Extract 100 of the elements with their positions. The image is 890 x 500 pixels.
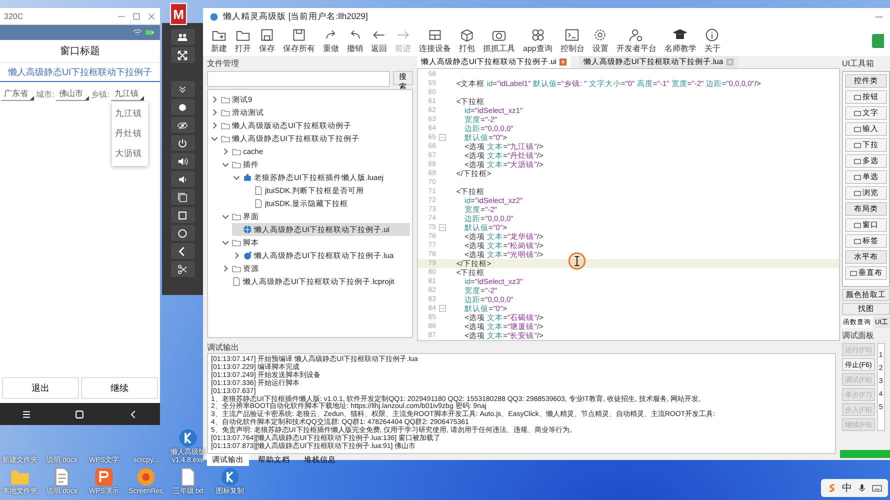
- field-label: 城市:: [36, 88, 54, 100]
- app-icon: [209, 12, 219, 22]
- microphone-icon[interactable]: [857, 483, 867, 493]
- widget-icon: [854, 126, 860, 132]
- dropdown-option[interactable]: 大沥镇: [112, 144, 148, 164]
- toolbar-button[interactable]: app查询: [521, 27, 554, 55]
- toolbar-button[interactable]: [170, 171, 194, 187]
- logo-icon[interactable]: [827, 483, 837, 493]
- volume-down-icon: [177, 174, 188, 184]
- toolbar-button[interactable]: 新建: [209, 27, 229, 55]
- app-icon: [136, 467, 156, 487]
- toolbar-button[interactable]: [170, 189, 194, 205]
- panel-title: 调试输出: [207, 342, 240, 353]
- folder-plus-icon: [212, 28, 226, 42]
- toolbar-button[interactable]: [170, 81, 194, 97]
- menu-icon[interactable]: [21, 408, 32, 420]
- circle-icon: [177, 228, 188, 238]
- search-field[interactable]: [207, 71, 390, 87]
- dropdown-option[interactable]: 丹灶镇: [112, 124, 148, 144]
- power-icon: [177, 138, 188, 148]
- toolbar-button[interactable]: [170, 117, 194, 133]
- toolbar-button[interactable]: 关于: [702, 27, 722, 55]
- window-title: 懒人精灵高级版 [当前用户名:llh2029]: [223, 11, 368, 23]
- toolbar-button[interactable]: 保存: [257, 27, 277, 55]
- toolbar-button[interactable]: [170, 99, 194, 115]
- users-icon: [177, 32, 188, 42]
- widget-icon: [854, 222, 860, 228]
- app-icon: [220, 467, 240, 487]
- toolbar-button[interactable]: 开发者平台: [614, 27, 658, 55]
- battery-icon: [145, 28, 154, 37]
- folder-icon: [232, 264, 241, 273]
- moon-icon: [243, 251, 252, 260]
- keyboard-icon[interactable]: [872, 483, 882, 493]
- folder-icon: [236, 28, 250, 42]
- dropdown-field[interactable]: 广东省: [1, 87, 34, 101]
- folder-icon: [232, 238, 241, 247]
- box-icon: [460, 28, 474, 42]
- graduation-cap-icon: [673, 28, 688, 42]
- circles-icon: [530, 28, 545, 42]
- square-icon: [177, 210, 188, 220]
- cursor-icon: [568, 252, 586, 270]
- dropdown-option[interactable]: 九江镇: [112, 104, 148, 124]
- window-title: 320C: [4, 12, 24, 20]
- widget-icon: [854, 238, 860, 244]
- toolbar-button[interactable]: 设置: [590, 27, 610, 55]
- document-icon: [178, 467, 198, 487]
- toolbar-button[interactable]: 连接设备: [417, 27, 453, 55]
- widget-icon: [854, 158, 860, 164]
- wifi-icon: [133, 28, 142, 37]
- record-icon: [177, 102, 188, 112]
- toolbar-button[interactable]: 抓抓工具: [481, 27, 517, 55]
- toolbar-button[interactable]: 控制台: [558, 27, 586, 55]
- close-icon[interactable]: [559, 58, 568, 66]
- toolbar-button[interactable]: [170, 29, 194, 45]
- close-icon[interactable]: [147, 12, 156, 20]
- camera-icon: [492, 28, 506, 42]
- input-method-indicator[interactable]: 中: [842, 481, 852, 495]
- toolbar-button[interactable]: 撤销: [345, 27, 365, 55]
- volume-up-icon: [177, 156, 188, 166]
- widget-icon: [850, 270, 856, 276]
- maximize-icon[interactable]: [132, 12, 141, 20]
- home-icon[interactable]: [74, 408, 86, 420]
- scissors-icon: [177, 264, 188, 274]
- panel-title: 调试面板: [842, 330, 875, 341]
- widget-icon: [854, 110, 860, 116]
- toolbar-button[interactable]: 保存所有: [281, 27, 317, 55]
- toolbar-button[interactable]: 打包: [457, 27, 477, 55]
- field-label: 乡镇:: [91, 88, 110, 100]
- folder-icon: [232, 212, 241, 221]
- toolbar-button[interactable]: 重做: [321, 27, 341, 55]
- toolbar-button[interactable]: [170, 243, 194, 259]
- action-button[interactable]: 继续: [81, 377, 158, 399]
- toolbar-button[interactable]: 返回: [369, 27, 389, 55]
- toolbar-button[interactable]: [170, 261, 194, 277]
- terminal-icon: [565, 28, 580, 42]
- info-icon: [705, 28, 720, 42]
- screen-title: 窗口标题: [0, 40, 160, 63]
- eye-slash-icon: [177, 120, 188, 130]
- toolbar-button[interactable]: [170, 225, 194, 241]
- chevrons-down-icon: [177, 84, 188, 94]
- widget-icon: [854, 174, 860, 180]
- toolbar-button[interactable]: 名师教学: [662, 27, 698, 55]
- app-icon: [178, 428, 198, 448]
- toolbar-button[interactable]: [170, 135, 194, 151]
- action-button[interactable]: 退出: [2, 377, 79, 399]
- screen-subtitle: 懒人高级静态UI下拉框联动下拉例子: [0, 63, 160, 82]
- panel-title: 文件管理: [207, 58, 240, 69]
- app-logo[interactable]: M: [170, 3, 187, 25]
- settings-icon: [593, 28, 608, 42]
- panel-title: UI工具箱: [842, 58, 875, 69]
- toolbar-button[interactable]: [170, 153, 194, 169]
- expand-icon: [177, 50, 188, 60]
- widget-icon: [854, 142, 860, 148]
- toolbar-button[interactable]: [170, 47, 194, 63]
- dropdown-field[interactable]: 九江镇: [111, 87, 144, 101]
- widget-icon: [854, 190, 860, 196]
- toolbar-button[interactable]: 打开: [233, 27, 253, 55]
- file-icon: [232, 277, 241, 286]
- dropdown-field[interactable]: 佛山市: [56, 87, 90, 101]
- toolbar-button[interactable]: [170, 207, 194, 223]
